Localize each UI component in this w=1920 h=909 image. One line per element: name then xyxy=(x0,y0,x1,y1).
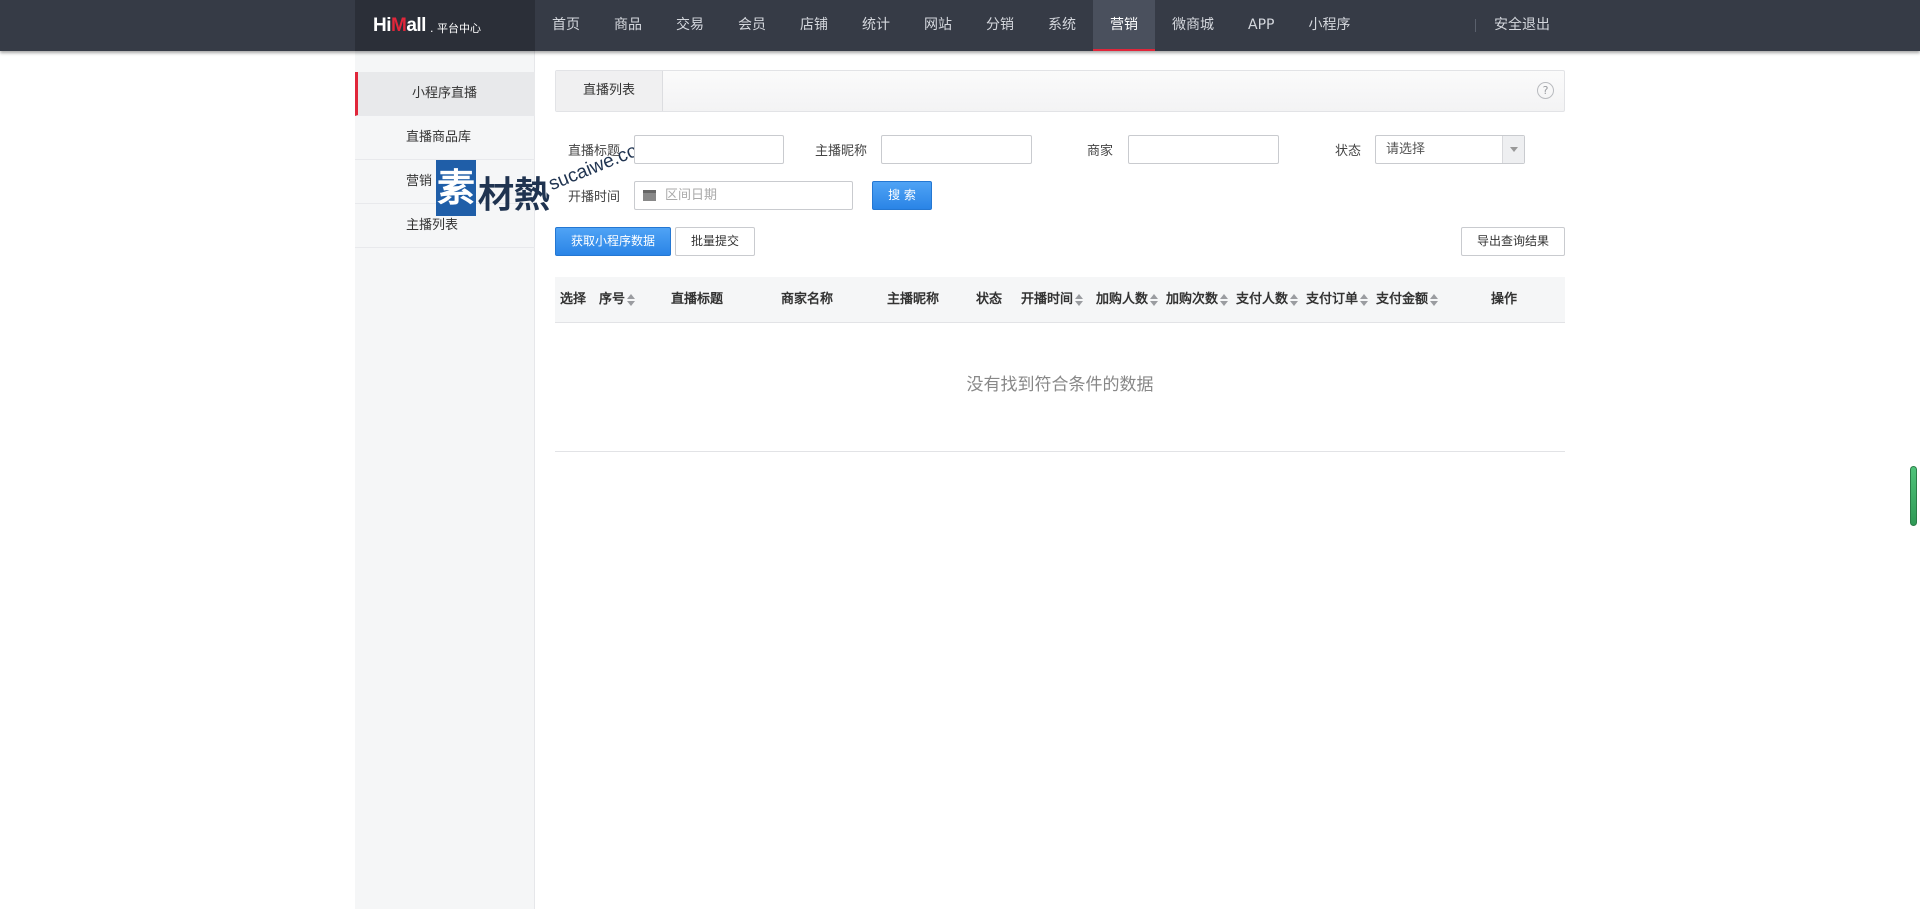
merchant-label: 商家 xyxy=(1087,144,1114,159)
col-pay-users-wrap[interactable]: 支付人数 xyxy=(1236,277,1299,323)
col-actions: 操作 xyxy=(1491,292,1518,307)
title-label: 直播标题 xyxy=(568,144,621,159)
calendar-icon xyxy=(643,190,656,201)
batch-submit-button[interactable]: 批量提交 xyxy=(675,227,755,256)
status-select[interactable]: 请选择 xyxy=(1375,135,1525,164)
watermark-chars: 材熱 xyxy=(478,175,551,216)
time-label: 开播时间 xyxy=(568,190,621,205)
nav-home[interactable]: 首页 xyxy=(535,0,597,51)
logout-divider xyxy=(1475,19,1476,32)
date-range-placeholder: 区间日期 xyxy=(665,188,718,203)
main-nav: 首页 商品 交易 会员 店铺 统计 网站 分销 系统 营销 微商城 APP 小程… xyxy=(535,0,1367,51)
anchor-label: 主播昵称 xyxy=(815,144,868,159)
empty-table-message: 没有找到符合条件的数据 xyxy=(966,375,1154,395)
col-pay-amount: 支付金额 xyxy=(1376,292,1429,307)
status-label: 状态 xyxy=(1335,144,1362,159)
tab-bar: 直播列表 ? xyxy=(555,70,1565,112)
status-select-value: 请选择 xyxy=(1386,142,1426,157)
col-pay-users: 支付人数 xyxy=(1236,292,1289,307)
nav-system[interactable]: 系统 xyxy=(1031,0,1093,51)
col-anchor-nickname: 主播昵称 xyxy=(887,292,940,307)
fetch-miniprogram-data-button[interactable]: 获取小程序数据 xyxy=(555,227,671,256)
nav-wechat-mall[interactable]: 微商城 xyxy=(1155,0,1231,51)
logout-link[interactable]: 安全退出 xyxy=(1494,0,1550,51)
scrollbar-thumb[interactable] xyxy=(1910,466,1917,526)
col-pay-orders: 支付订单 xyxy=(1306,292,1359,307)
chevron-down-icon xyxy=(1510,147,1518,152)
top-navbar: HiMall . 平台中心 首页 商品 交易 会员 店铺 统计 网站 分销 系统… xyxy=(0,0,1920,51)
col-status: 状态 xyxy=(976,292,1003,307)
status-select-toggle[interactable] xyxy=(1502,136,1524,163)
col-pay-amount-wrap[interactable]: 支付金额 xyxy=(1376,277,1439,323)
col-index-wrap[interactable]: 序号 xyxy=(599,277,636,323)
sidebar-item-live-goods[interactable]: 直播商品库 xyxy=(355,116,535,160)
nav-products[interactable]: 商品 xyxy=(597,0,659,51)
nav-site[interactable]: 网站 xyxy=(907,0,969,51)
anchor-input[interactable] xyxy=(881,135,1032,164)
watermark-box: 素 xyxy=(436,160,476,216)
col-merchant-name: 商家名称 xyxy=(781,292,834,307)
nav-shops[interactable]: 店铺 xyxy=(783,0,845,51)
nav-stats[interactable]: 统计 xyxy=(845,0,907,51)
search-button[interactable]: 搜 索 xyxy=(872,181,932,210)
sort-icon[interactable] xyxy=(1430,293,1439,306)
col-cart-users: 加购人数 xyxy=(1096,292,1149,307)
tab-live-list[interactable]: 直播列表 xyxy=(556,71,663,111)
col-select: 选择 xyxy=(560,292,587,307)
nav-trade[interactable]: 交易 xyxy=(659,0,721,51)
nav-marketing[interactable]: 营销 xyxy=(1093,0,1155,51)
export-results-button[interactable]: 导出查询结果 xyxy=(1461,227,1565,256)
col-start-time: 开播时间 xyxy=(1021,292,1074,307)
sort-icon[interactable] xyxy=(1360,293,1369,306)
col-pay-orders-wrap[interactable]: 支付订单 xyxy=(1306,277,1369,323)
sort-icon[interactable] xyxy=(1150,293,1159,306)
sort-icon[interactable] xyxy=(627,293,636,306)
date-range-input[interactable]: 区间日期 xyxy=(634,181,853,210)
merchant-input[interactable] xyxy=(1128,135,1279,164)
nav-miniprogram[interactable]: 小程序 xyxy=(1291,0,1367,51)
col-index: 序号 xyxy=(599,292,626,307)
col-cart-count: 加购次数 xyxy=(1166,292,1219,307)
title-input[interactable] xyxy=(634,135,784,164)
nav-distribution[interactable]: 分销 xyxy=(969,0,1031,51)
col-cart-users-wrap[interactable]: 加购人数 xyxy=(1096,277,1159,323)
sort-icon[interactable] xyxy=(1290,293,1299,306)
logo-text: HiMall xyxy=(373,14,426,36)
col-cart-count-wrap[interactable]: 加购次数 xyxy=(1166,277,1229,323)
nav-app[interactable]: APP xyxy=(1231,0,1291,51)
sidebar-item-miniprogram-live[interactable]: 小程序直播 xyxy=(355,72,535,116)
sort-icon[interactable] xyxy=(1220,293,1229,306)
nav-members[interactable]: 会员 xyxy=(721,0,783,51)
table-bottom-border xyxy=(555,451,1565,452)
sort-icon[interactable] xyxy=(1075,293,1084,306)
col-start-time-wrap[interactable]: 开播时间 xyxy=(1021,277,1084,323)
col-live-title: 直播标题 xyxy=(671,292,724,307)
logo[interactable]: HiMall . 平台中心 xyxy=(355,0,535,51)
help-icon[interactable]: ? xyxy=(1537,82,1554,99)
table-header: 选择 序号 直播标题 商家名称 主播昵称 状态 开播时间 加购人数 加购次数 支… xyxy=(555,277,1565,323)
logo-subtitle: . 平台中心 xyxy=(429,21,481,35)
